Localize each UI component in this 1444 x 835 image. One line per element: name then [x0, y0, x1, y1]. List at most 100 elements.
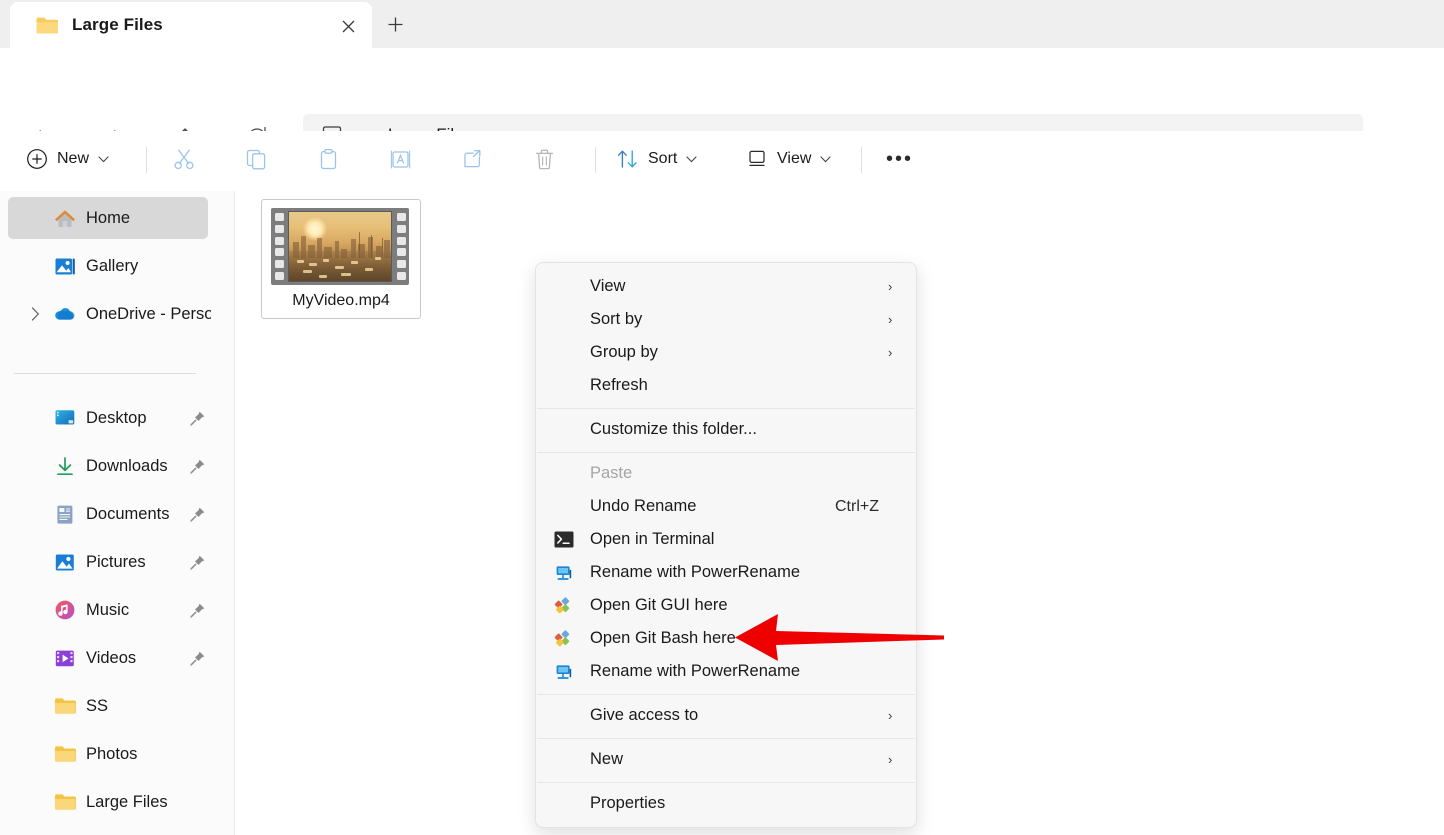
- file-explorer-window: Large Files New Sort View ••• Home Galle…: [0, 0, 1444, 835]
- context-menu-item-open-in-terminal[interactable]: Open in Terminal: [540, 523, 912, 556]
- sidebar-item-videos[interactable]: Videos: [8, 637, 208, 679]
- sidebar-item-downloads[interactable]: Downloads: [8, 445, 208, 487]
- sidebar-item-large-files[interactable]: Large Files: [8, 781, 208, 823]
- chevron-right-icon: ›: [888, 345, 893, 360]
- context-menu-item-refresh[interactable]: Refresh: [540, 369, 912, 402]
- download-icon: [54, 455, 76, 477]
- pictures-icon: [54, 551, 76, 573]
- music-icon: [54, 599, 76, 621]
- rename-icon: [389, 148, 412, 171]
- context-menu-item-label: Undo Rename: [590, 497, 697, 515]
- sidebar-item-pictures[interactable]: Pictures: [8, 541, 208, 583]
- powerrename-icon: [554, 563, 574, 583]
- highway-traffic: [289, 251, 391, 281]
- new-button[interactable]: New: [18, 137, 117, 181]
- scissors-icon: [173, 148, 196, 171]
- chevron-down-icon: [98, 155, 109, 163]
- sidebar-item-documents[interactable]: Documents: [8, 493, 208, 535]
- terminal-icon: [554, 530, 574, 550]
- pin-icon[interactable]: [188, 409, 206, 427]
- context-menu: View › Sort by › Group by › Refresh Cust…: [535, 262, 917, 828]
- tab-large-files[interactable]: Large Files: [10, 2, 372, 48]
- context-menu-item-label: Sort by: [590, 310, 643, 328]
- trash-icon: [533, 148, 556, 171]
- trash-icon-glyph: [535, 149, 554, 169]
- delete-button[interactable]: [525, 137, 564, 181]
- pin-icon-glyph: [189, 603, 204, 618]
- sidebar-item-label: Videos: [86, 648, 137, 667]
- pictures-icon-glyph: [55, 554, 74, 570]
- sidebar-item-label: Music: [86, 600, 130, 619]
- pin-icon-glyph: [189, 411, 204, 426]
- context-menu-item-label: Open in Terminal: [590, 530, 715, 548]
- folder-icon-glyph: [54, 794, 76, 810]
- pin-icon[interactable]: [188, 601, 206, 619]
- context-menu-item-powerrename-1[interactable]: Rename with PowerRename: [540, 556, 912, 589]
- context-menu-item-customize-folder[interactable]: Customize this folder...: [540, 413, 912, 446]
- context-menu-item-group-by[interactable]: Group by ›: [540, 336, 912, 369]
- powerrename-icon-glyph: [556, 565, 572, 580]
- file-name-label: MyVideo.mp4: [292, 292, 390, 309]
- rename-icon-glyph: [390, 150, 411, 168]
- chevron-right-icon: ›: [888, 752, 893, 767]
- toolbar-divider-3: [861, 147, 862, 173]
- plus-icon: [388, 17, 402, 31]
- context-menu-item-undo-rename[interactable]: Undo Rename Ctrl+Z: [540, 490, 912, 523]
- sidebar-item-music[interactable]: Music: [8, 589, 208, 631]
- sort-icon: [616, 148, 639, 170]
- sidebar-item-onedrive[interactable]: OneDrive - Perso: [8, 293, 213, 335]
- sidebar-scrollbar[interactable]: [211, 191, 228, 835]
- context-menu-item-give-access-to[interactable]: Give access to ›: [540, 699, 912, 732]
- close-icon[interactable]: [332, 11, 364, 41]
- context-menu-item-label: Paste: [590, 464, 633, 482]
- view-button[interactable]: View: [738, 137, 839, 181]
- context-menu-item-sort-by[interactable]: Sort by ›: [540, 303, 912, 336]
- pin-icon[interactable]: [188, 505, 206, 523]
- command-toolbar: New Sort View •••: [0, 131, 1444, 188]
- chevron-right-icon: ›: [888, 312, 893, 327]
- rename-button[interactable]: [381, 137, 420, 181]
- gallery-icon-glyph: [55, 258, 75, 274]
- file-item-myvideo[interactable]: MyVideo.mp4: [261, 199, 421, 319]
- sidebar-item-home[interactable]: Home: [8, 197, 208, 239]
- context-menu-item-open-git-bash[interactable]: Open Git Bash here: [540, 622, 912, 655]
- folder-icon: [54, 791, 76, 813]
- cut-button[interactable]: [165, 137, 204, 181]
- sidebar-item-ss[interactable]: SS: [8, 685, 208, 727]
- sidebar-item-photos[interactable]: Photos: [8, 733, 208, 775]
- sidebar-item-label: Documents: [86, 504, 170, 523]
- new-tab-button[interactable]: [378, 8, 412, 40]
- chevron-down-glyph: [98, 155, 109, 162]
- home-icon-glyph: [55, 209, 75, 227]
- more-options-button[interactable]: •••: [878, 137, 921, 181]
- sidebar-divider: [14, 373, 196, 374]
- context-menu-item-powerrename-2[interactable]: Rename with PowerRename: [540, 655, 912, 688]
- pin-icon[interactable]: [188, 457, 206, 475]
- video-filmstrip-thumbnail: [271, 208, 409, 285]
- sort-button[interactable]: Sort: [608, 137, 705, 181]
- context-menu-item-view[interactable]: View ›: [540, 270, 912, 303]
- pin-icon[interactable]: [188, 553, 206, 571]
- onedrive-icon-glyph: [55, 307, 75, 320]
- paste-button[interactable]: [309, 137, 348, 181]
- copy-button[interactable]: [237, 137, 276, 181]
- folder-icon: [54, 743, 76, 765]
- sidebar-item-desktop[interactable]: Desktop: [8, 397, 208, 439]
- share-button[interactable]: [453, 137, 492, 181]
- git-icon: [554, 629, 574, 649]
- pin-icon[interactable]: [188, 649, 206, 667]
- chevron-right-icon[interactable]: [26, 305, 44, 323]
- git-icon-glyph: [554, 629, 570, 646]
- filmstrip-perforations-left: [271, 208, 287, 285]
- context-menu-item-new[interactable]: New ›: [540, 743, 912, 776]
- chevron-right-icon: ›: [888, 279, 893, 294]
- context-menu-item-open-git-gui[interactable]: Open Git GUI here: [540, 589, 912, 622]
- context-menu-item-label: New: [590, 750, 624, 768]
- context-menu-item-properties[interactable]: Properties: [540, 787, 912, 820]
- pin-icon-glyph: [189, 651, 204, 666]
- desktop-icon: [54, 407, 76, 429]
- sidebar-item-gallery[interactable]: Gallery: [8, 245, 208, 287]
- context-menu-item-label: Open Git GUI here: [590, 596, 728, 614]
- download-icon-glyph: [57, 456, 73, 475]
- context-menu-item-label: Group by: [590, 343, 658, 361]
